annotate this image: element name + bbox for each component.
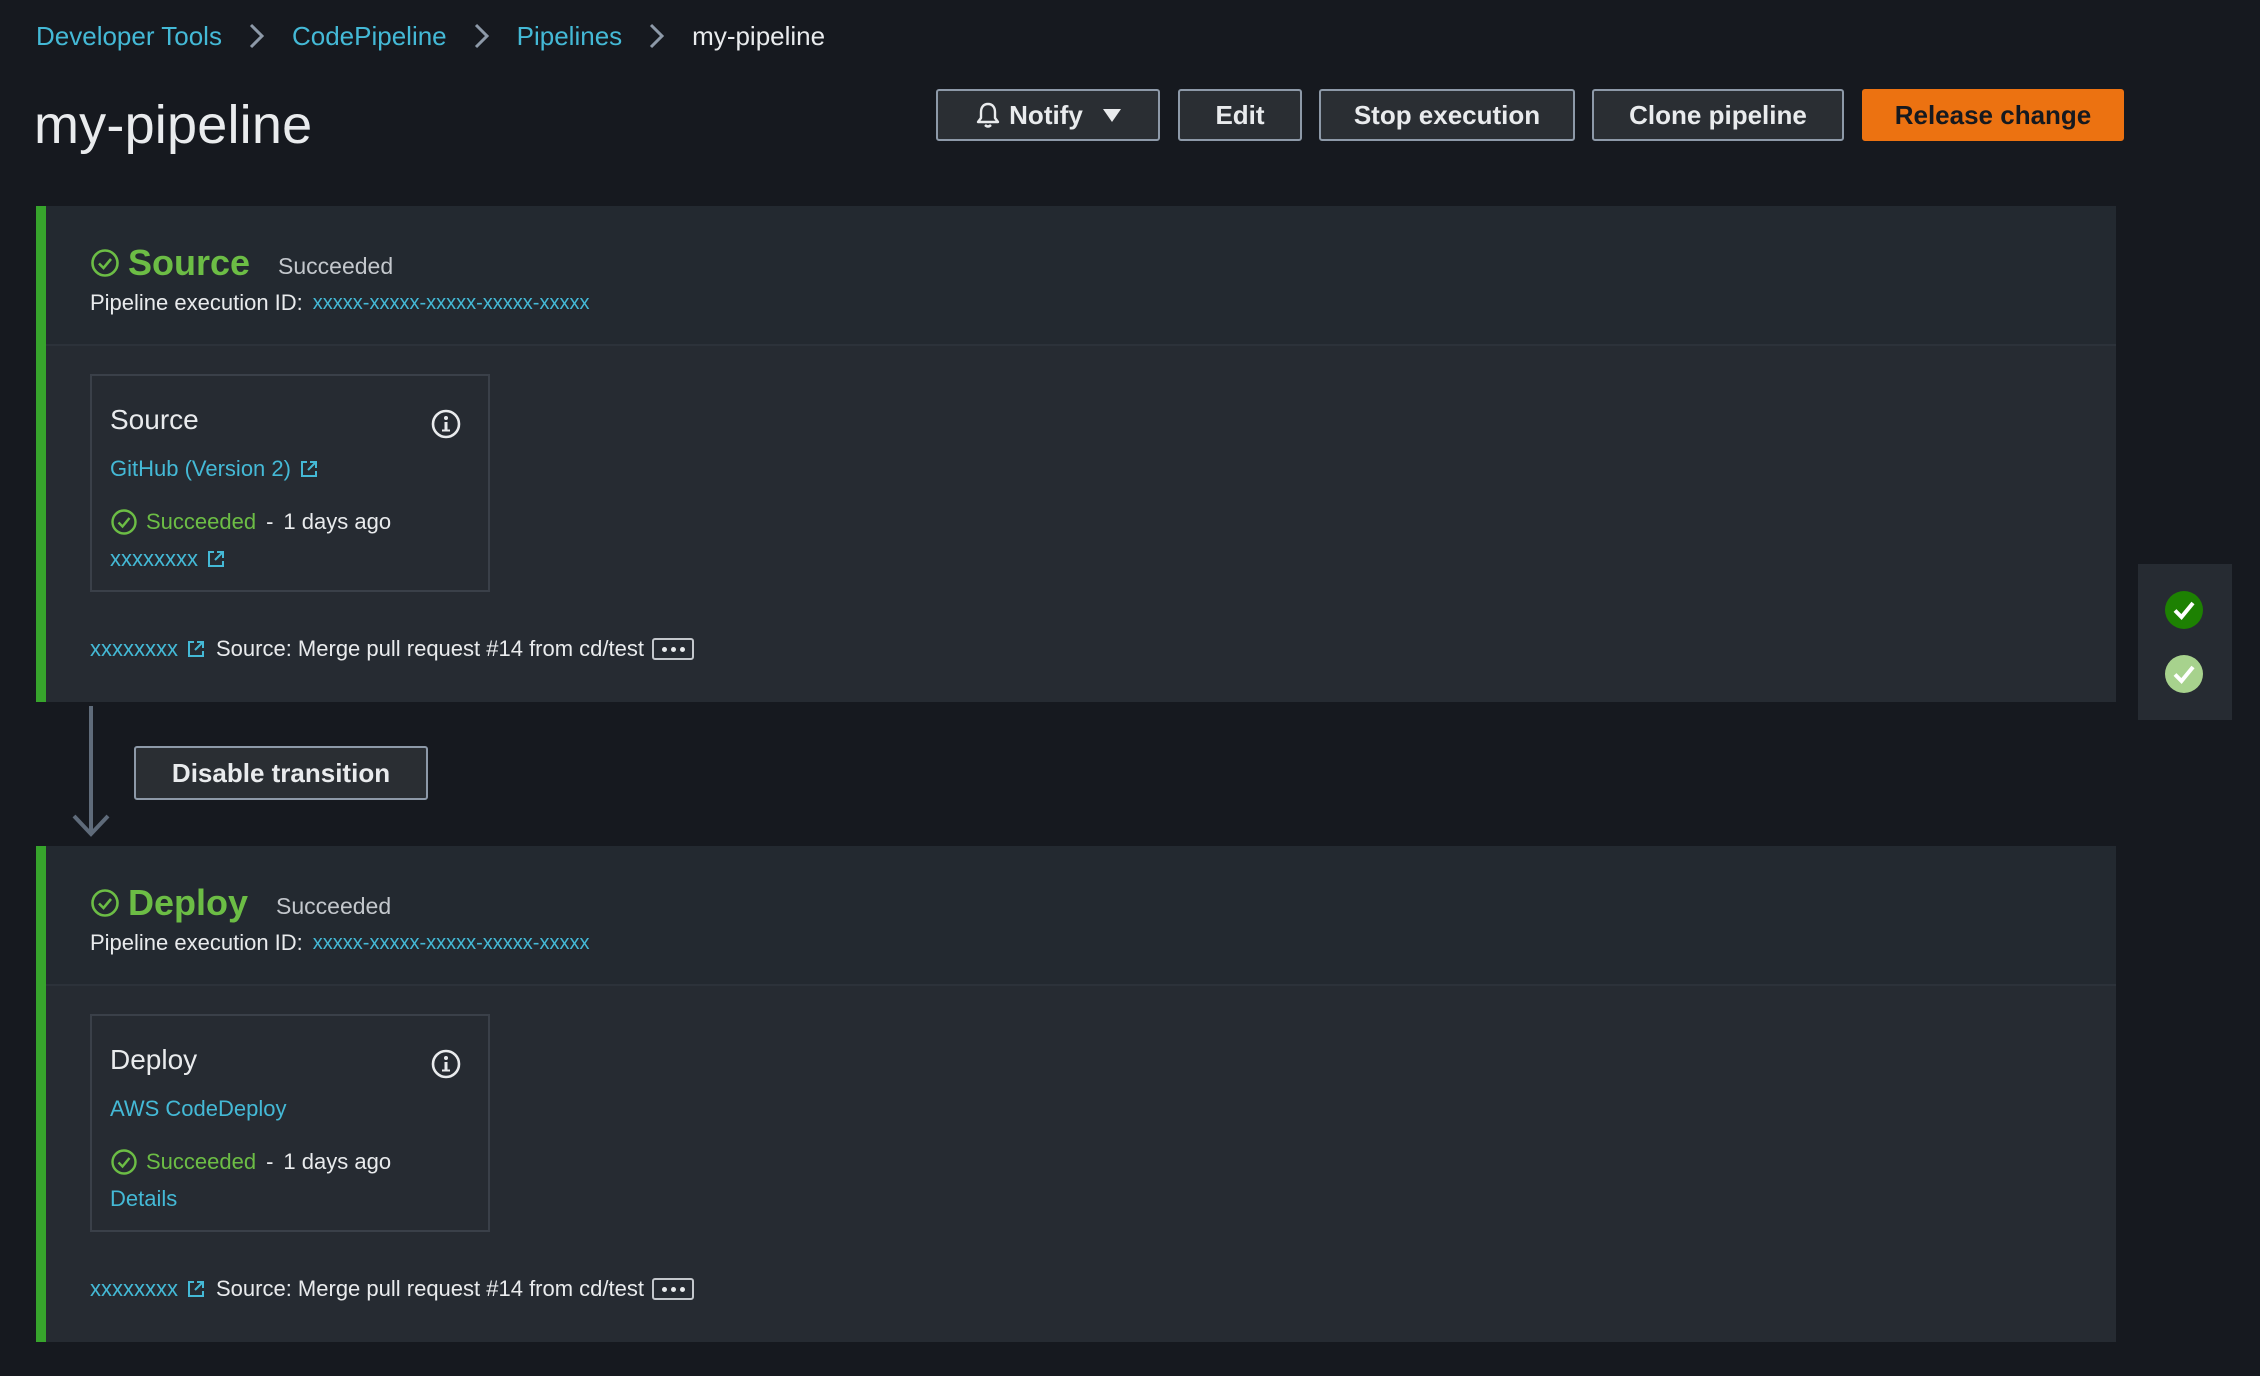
check-circle-icon xyxy=(111,509,137,535)
ellipsis-icon[interactable] xyxy=(652,1278,694,1300)
notify-label: Notify xyxy=(1009,99,1083,130)
action-name: Deploy xyxy=(110,1044,198,1075)
arrow-down-icon xyxy=(72,706,110,837)
action-status-text: Succeeded xyxy=(146,509,257,534)
action-status: Succeeded - 1 days ago xyxy=(110,1148,391,1176)
breadcrumb: Developer Tools CodePipeline Pipelines m… xyxy=(36,18,825,54)
commit-row: xxxxxxxx Source: Merge pull request #14 … xyxy=(90,1276,694,1302)
check-circle-filled-icon[interactable] xyxy=(2164,654,2204,694)
execution-id-link[interactable]: xxxxx-xxxxx-xxxxx-xxxxx-xxxxx xyxy=(313,292,590,315)
action-commit-label: xxxxxxxx xyxy=(110,546,198,571)
action-card-deploy: Deploy AWS CodeDeploy Succeeded - 1 days… xyxy=(90,1014,490,1232)
execution-id-link[interactable]: xxxxx-xxxxx-xxxxx-xxxxx-xxxxx xyxy=(313,932,590,955)
release-change-button[interactable]: Release change xyxy=(1862,89,2124,141)
external-link-icon xyxy=(300,461,317,477)
disable-transition-button[interactable]: Disable transition xyxy=(134,746,428,800)
stage-body: Deploy AWS CodeDeploy Succeeded - 1 days… xyxy=(46,986,2116,1342)
provider-link[interactable]: AWS CodeDeploy xyxy=(110,1096,286,1122)
check-circle-icon xyxy=(91,249,119,277)
ellipsis-icon[interactable] xyxy=(652,638,694,660)
breadcrumb-developer-tools[interactable]: Developer Tools xyxy=(36,21,222,52)
action-time: 1 days ago xyxy=(283,1149,392,1174)
stage-status: Succeeded xyxy=(278,252,394,279)
separator-dash: - xyxy=(266,509,274,534)
edit-button[interactable]: Edit xyxy=(1178,89,1302,141)
details-link[interactable]: Details xyxy=(110,1186,177,1212)
chevron-right-icon xyxy=(648,22,666,50)
action-name: Source xyxy=(110,404,199,435)
stage-source: Source Succeeded Pipeline execution ID: … xyxy=(36,206,2116,702)
commit-message: Source: Merge pull request #14 from cd/t… xyxy=(216,636,644,661)
stage-header: Source Succeeded Pipeline execution ID: … xyxy=(46,206,2116,346)
separator-dash: - xyxy=(266,1149,274,1174)
commit-row: xxxxxxxx Source: Merge pull request #14 … xyxy=(90,636,694,662)
external-link-icon xyxy=(188,641,204,657)
stage-status: Succeeded xyxy=(276,892,392,919)
stop-execution-button[interactable]: Stop execution xyxy=(1319,89,1575,141)
commit-message: Source: Merge pull request #14 from cd/t… xyxy=(216,1276,644,1301)
stage-name: Deploy xyxy=(128,882,249,923)
breadcrumb-current: my-pipeline xyxy=(692,20,826,51)
check-circle-filled-icon[interactable] xyxy=(2164,590,2204,630)
provider-label: GitHub (Version 2) xyxy=(110,456,291,481)
action-status-text: Succeeded xyxy=(146,1149,257,1174)
provider-label: AWS CodeDeploy xyxy=(110,1096,287,1121)
provider-link[interactable]: GitHub (Version 2) xyxy=(110,456,319,482)
commit-id-link[interactable]: xxxxxxxx xyxy=(90,1276,178,1302)
commit-id-link[interactable]: xxxxxxxx xyxy=(90,636,178,662)
check-circle-icon xyxy=(111,1149,137,1175)
external-link-icon xyxy=(208,551,224,567)
stage-header: Deploy Succeeded Pipeline execution ID: … xyxy=(46,846,2116,986)
action-card-source: Source GitHub (Version 2) Succeeded - 1 … xyxy=(90,374,490,592)
chevron-right-icon xyxy=(248,22,266,50)
notify-button[interactable]: Notify xyxy=(936,89,1160,141)
breadcrumb-codepipeline[interactable]: CodePipeline xyxy=(292,21,447,52)
breadcrumb-pipelines[interactable]: Pipelines xyxy=(517,21,623,52)
action-commit-link[interactable]: xxxxxxxx xyxy=(110,546,226,572)
execution-id-label: Pipeline execution ID: xyxy=(90,930,303,955)
bell-icon xyxy=(976,102,1000,128)
external-link-icon xyxy=(188,1281,204,1297)
info-icon[interactable] xyxy=(430,408,462,440)
action-status: Succeeded - 1 days ago xyxy=(110,508,391,536)
check-circle-icon xyxy=(91,889,119,917)
stage-deploy: Deploy Succeeded Pipeline execution ID: … xyxy=(36,846,2116,1342)
stage-navigation-rail xyxy=(2138,564,2232,720)
page-title: my-pipeline xyxy=(34,95,313,155)
execution-id-label: Pipeline execution ID: xyxy=(90,290,303,315)
chevron-right-icon xyxy=(473,22,491,50)
caret-down-icon xyxy=(1102,109,1121,122)
stage-name: Source xyxy=(128,242,251,283)
info-icon[interactable] xyxy=(430,1048,462,1080)
action-time: 1 days ago xyxy=(283,509,392,534)
clone-pipeline-button[interactable]: Clone pipeline xyxy=(1592,89,1844,141)
stage-body: Source GitHub (Version 2) Succeeded - 1 … xyxy=(46,346,2116,702)
